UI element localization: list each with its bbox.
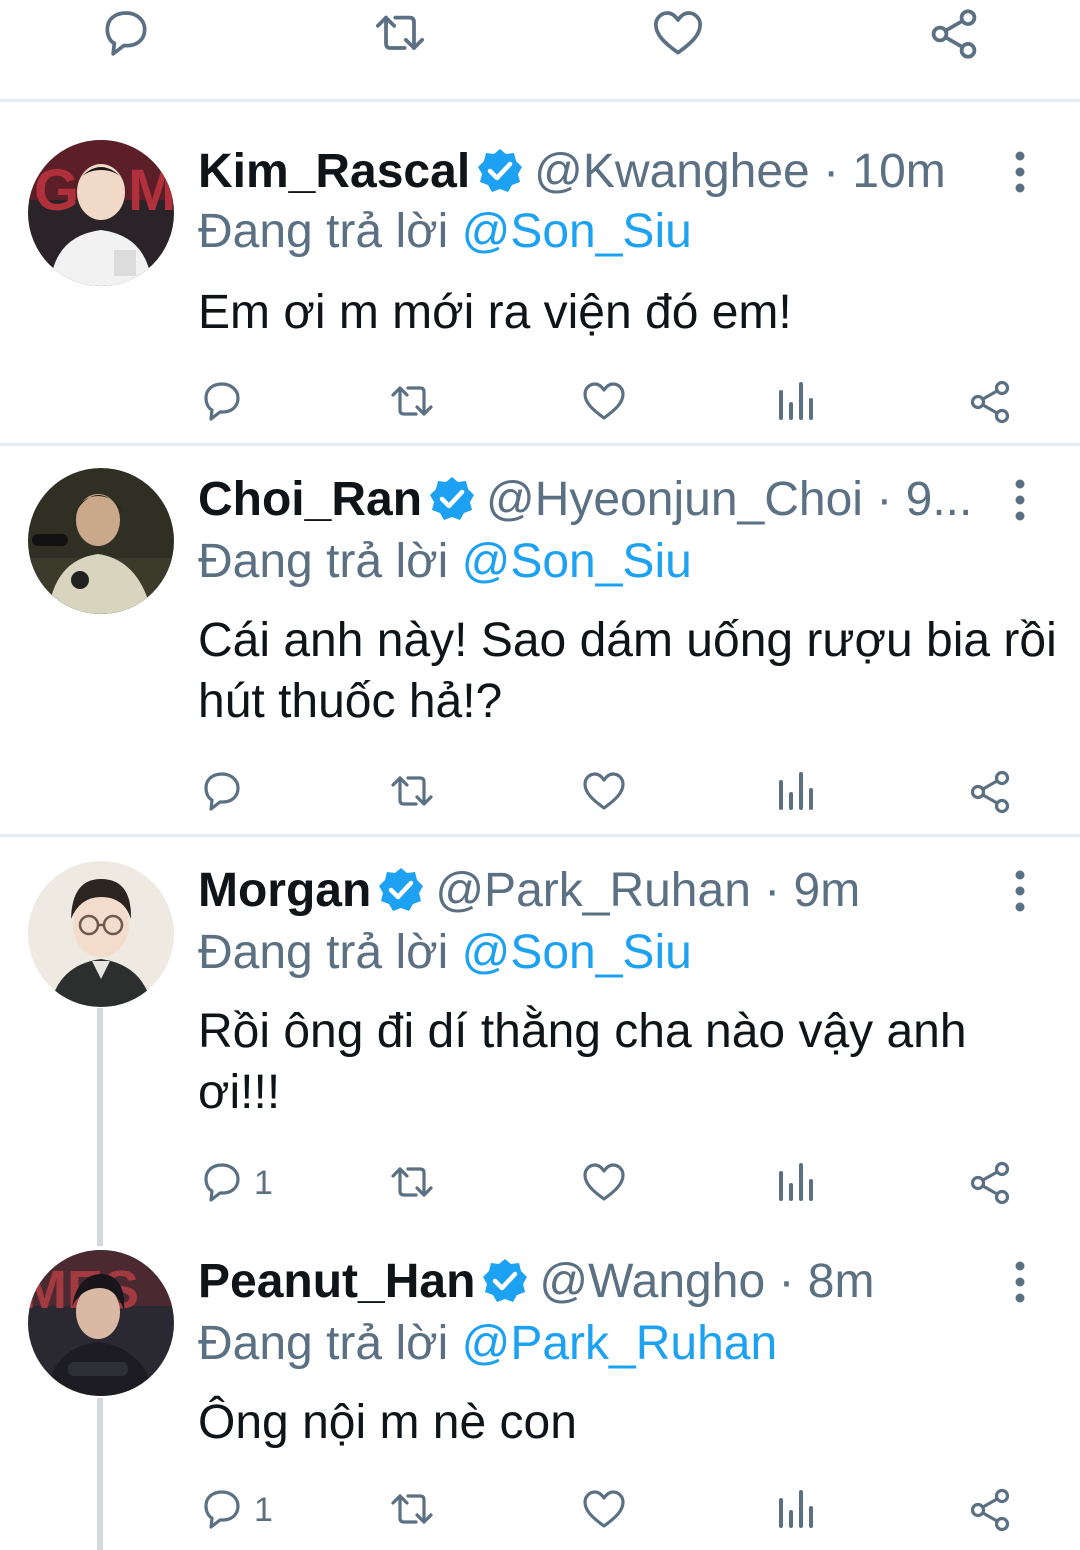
retweet-icon[interactable] xyxy=(372,6,428,62)
analytics-icon[interactable] xyxy=(773,1486,821,1534)
svg-text:M: M xyxy=(128,158,174,223)
tweet-morgan[interactable]: Morgan @Park_Ruhan · 9m Đang trả lời @Son… xyxy=(0,837,1080,1227)
tweet-text: Em ơi m mới ra viện đó em! xyxy=(198,286,792,339)
analytics-icon[interactable] xyxy=(773,1159,821,1207)
replying-to-label: Đang trả lời xyxy=(198,926,449,979)
handle[interactable]: @Park_Ruhan xyxy=(435,864,751,917)
reply-mention[interactable]: @Son_Siu xyxy=(462,535,692,588)
like-icon[interactable] xyxy=(580,1486,628,1534)
avatar[interactable] xyxy=(28,468,174,614)
tweet-header: Morgan @Park_Ruhan · 9m xyxy=(198,861,860,921)
replying-to-label: Đang trả lời xyxy=(198,205,449,258)
avatar[interactable]: MES xyxy=(28,1250,174,1396)
reply-mention[interactable]: @Son_Siu xyxy=(462,926,692,979)
tweet-actions xyxy=(0,378,1080,438)
reply-count: 1 xyxy=(254,1491,273,1529)
display-name[interactable]: Kim_Rascal xyxy=(198,145,470,198)
more-options-icon[interactable] xyxy=(1002,861,1038,921)
tweet-peanut-han[interactable]: MES Peanut_Han @Wangho · 8m Đang trả lời … xyxy=(0,1228,1080,1550)
share-icon[interactable] xyxy=(966,1159,1014,1207)
share-icon[interactable] xyxy=(966,378,1014,426)
reply-mention[interactable]: @Son_Siu xyxy=(462,205,692,258)
replying-to: Đang trả lời @Son_Siu xyxy=(198,532,692,592)
timestamp[interactable]: · 8m xyxy=(778,1255,874,1308)
share-icon[interactable] xyxy=(926,6,982,62)
like-icon[interactable] xyxy=(650,6,706,62)
svg-text:G: G xyxy=(34,158,79,223)
reply-icon[interactable] xyxy=(98,6,154,62)
more-options-icon[interactable] xyxy=(1002,470,1038,530)
handle[interactable]: @Kwanghee xyxy=(534,145,810,198)
tweet-header: Peanut_Han @Wangho · 8m xyxy=(198,1252,874,1312)
tweet-text: Ông nội m nè con xyxy=(198,1396,577,1449)
tweet-header: Kim_Rascal @Kwanghee · 10m xyxy=(198,142,946,202)
avatar[interactable] xyxy=(28,861,174,1007)
more-options-icon[interactable] xyxy=(1002,142,1038,202)
verified-badge-icon xyxy=(476,147,524,195)
reply-mention[interactable]: @Park_Ruhan xyxy=(462,1317,778,1370)
reply-icon[interactable] xyxy=(198,768,246,816)
verified-badge-icon xyxy=(428,475,476,523)
timestamp[interactable]: · 9m xyxy=(764,864,860,917)
reply-icon[interactable] xyxy=(198,378,246,426)
tweet-text: Rồi ông đi dí thằng cha nào vậy anh ơi!!… xyxy=(198,1005,967,1119)
like-icon[interactable] xyxy=(580,378,628,426)
avatar[interactable]: G M xyxy=(28,140,174,286)
tweet-choi-ran[interactable]: Choi_Ran @Hyeonjun_Choi · 9... Đang trả l… xyxy=(0,446,1080,834)
replying-to-label: Đang trả lời xyxy=(198,535,449,588)
reply-icon[interactable] xyxy=(198,1486,246,1534)
retweet-icon[interactable] xyxy=(388,1486,436,1534)
top-action-bar xyxy=(0,0,1080,100)
replying-to-label: Đang trả lời xyxy=(198,1317,449,1370)
display-name[interactable]: Choi_Ran xyxy=(198,473,422,526)
tweet-text: Cái anh này! Sao dám uống rượu bia rồi h… xyxy=(198,614,1057,728)
timestamp[interactable]: · 10m xyxy=(823,145,946,198)
verified-badge-icon xyxy=(377,866,425,914)
replying-to: Đang trả lời @Son_Siu xyxy=(198,202,692,262)
timestamp[interactable]: · 9... xyxy=(876,473,972,526)
reply-icon[interactable] xyxy=(198,1159,246,1207)
tweet-actions: 1 xyxy=(0,1159,1080,1219)
display-name[interactable]: Peanut_Han xyxy=(198,1255,475,1308)
analytics-icon[interactable] xyxy=(773,768,821,816)
retweet-icon[interactable] xyxy=(388,768,436,816)
handle[interactable]: @Wangho xyxy=(539,1255,765,1308)
tweet-actions: 1 xyxy=(0,1486,1080,1546)
share-icon[interactable] xyxy=(966,1486,1014,1534)
like-icon[interactable] xyxy=(580,1159,628,1207)
retweet-icon[interactable] xyxy=(388,378,436,426)
verified-badge-icon xyxy=(481,1257,529,1305)
reply-count: 1 xyxy=(254,1164,273,1202)
retweet-icon[interactable] xyxy=(388,1159,436,1207)
handle[interactable]: @Hyeonjun_Choi xyxy=(486,473,863,526)
tweet-header: Choi_Ran @Hyeonjun_Choi · 9... xyxy=(198,470,972,530)
tweet-actions xyxy=(0,768,1080,828)
display-name[interactable]: Morgan xyxy=(198,864,371,917)
analytics-icon[interactable] xyxy=(773,378,821,426)
replying-to: Đang trả lời @Park_Ruhan xyxy=(198,1314,777,1374)
like-icon[interactable] xyxy=(580,768,628,816)
more-options-icon[interactable] xyxy=(1002,1252,1038,1312)
replying-to: Đang trả lời @Son_Siu xyxy=(198,923,692,983)
share-icon[interactable] xyxy=(966,768,1014,816)
tweet-kim-rascal[interactable]: G M Kim_Rascal @Kwanghee · 10m Đang trả l… xyxy=(0,102,1080,444)
